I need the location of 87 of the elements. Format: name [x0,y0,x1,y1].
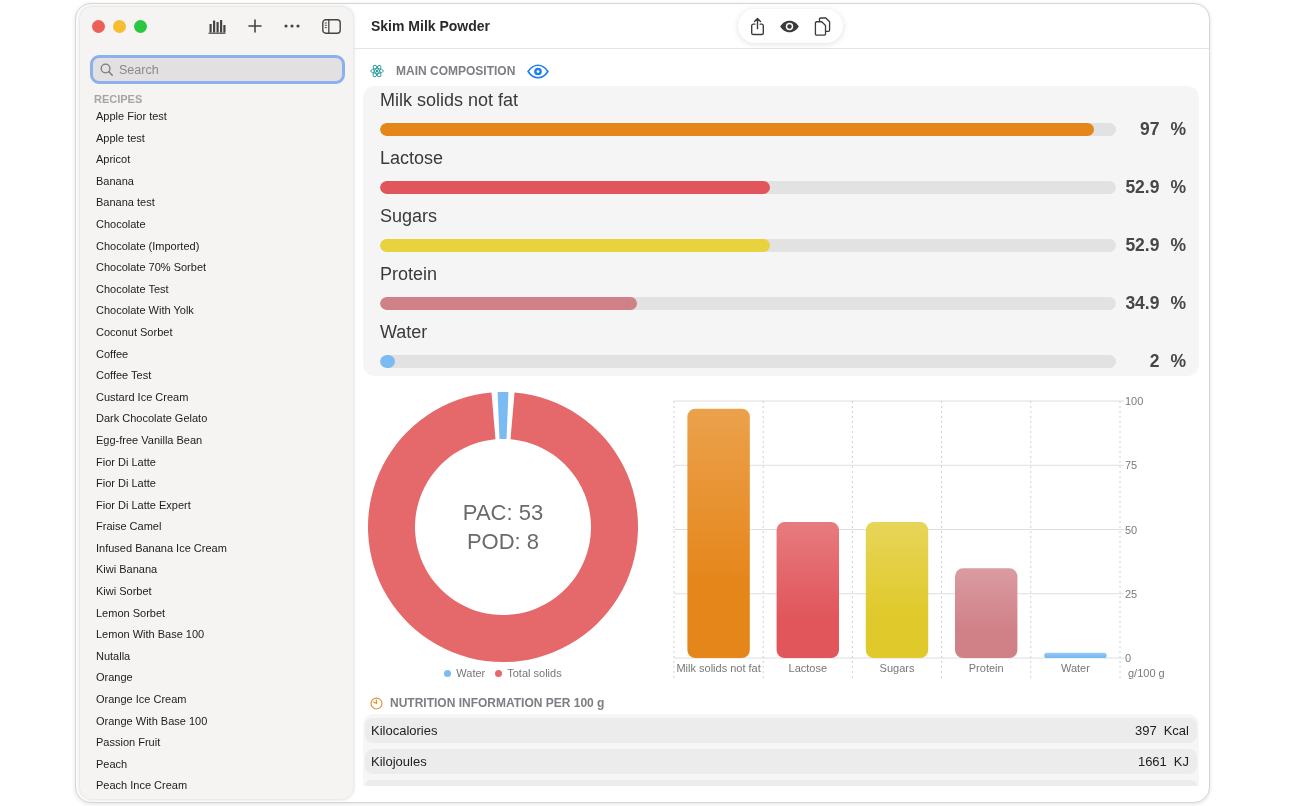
sidebar-item[interactable]: Custard Ice Cream [88,386,345,409]
chart-bar [1044,652,1107,658]
legend-label: Water [456,666,486,680]
copy-icon[interactable] [813,16,831,36]
sidebar-item[interactable]: Lemon With Base 100 [88,624,345,646]
category-label: Milk solids not fat [676,662,761,674]
sidebar-item[interactable]: Fior Di Latte [88,451,345,474]
sidebar-item[interactable]: Kiwi Sorbet [88,581,345,603]
axis-tick-label: 0 [1125,652,1132,664]
axis-tick-label: 50 [1125,523,1138,536]
nutrient-label: Water [380,321,429,343]
sidebar-item[interactable]: Peach [88,753,345,776]
sidebar-item[interactable]: Orange Ice Cream [88,689,345,711]
percent-value: 34.9 [1124,292,1160,314]
nutrient-label: Milk solids not fat [380,89,520,111]
sidebar-item[interactable]: Fraise Camel [88,516,345,538]
section-heading: RECIPES [94,92,144,106]
legend-dot-icon [495,669,503,677]
percent-value: 52.9 [1124,176,1160,198]
sidebar-item[interactable]: Banana [88,170,345,193]
unit-label: % [1170,234,1186,256]
nutrient-label: Protein [380,263,439,285]
search-icon [100,63,113,76]
search-field[interactable]: Search [90,55,345,84]
sidebar-item[interactable]: Infused Banana Ice Cream [88,537,345,560]
axis-tick-label: 75 [1125,459,1138,472]
unit-label: % [1170,292,1186,314]
eye-icon[interactable] [778,19,800,33]
sidebar-item[interactable]: Coconut Sorbet [88,321,345,344]
sidebar-item[interactable]: Kiwi Banana [88,559,345,582]
nutrient-label: Sugars [380,205,439,227]
category-label: Protein [968,662,1004,674]
sidebar-item[interactable]: Chocolate 70% Sorbet [88,257,345,279]
more-icon[interactable] [284,24,300,28]
axis-tick-label: 25 [1125,587,1138,600]
sidebar-item[interactable]: Orange [88,667,345,690]
unit-label: KJ [1173,752,1189,771]
percent-value: 2 [1148,350,1160,372]
sidebar-item[interactable]: Apple test [88,127,345,150]
legend-dot-icon [444,669,452,677]
sidebar-item[interactable]: Chocolate [88,213,345,236]
percent-value: 97 [1138,118,1160,140]
sidebar-item[interactable]: Dark Chocolate Gelato [88,408,345,430]
sidebar-item[interactable]: Coffee Test [88,365,345,387]
unit-label: % [1170,350,1186,372]
sidebar-item[interactable]: Lemon Sorbet [88,602,345,625]
category-label: Sugars [879,662,915,674]
sidebar-item[interactable]: Peach Ince Cream [88,775,345,797]
nutrient-name: Kilocalories [371,721,438,740]
sidebar-toggle-icon[interactable] [322,18,341,34]
sidebar-item[interactable]: Nutalla [88,645,345,668]
percent-value: 52.9 [1124,234,1160,256]
axis-title: g/100 g [1128,667,1165,679]
sidebar-item[interactable]: Orange With Base 100 [88,710,345,733]
sidebar-item[interactable]: Coffee [88,343,345,366]
nutrient-name: Kilojoules [371,752,427,771]
legend-label: Total solids [507,666,562,680]
nutrient-value: 1661 [1137,752,1167,771]
sidebar-item[interactable]: Chocolate (Imported) [88,235,345,258]
sidebar-item[interactable]: Chocolate Test [88,278,345,301]
sidebar-item[interactable]: Banana test [88,192,345,214]
sidebar-item[interactable]: Apple Fior test [88,106,345,128]
bar-chart-icon[interactable] [208,18,226,34]
section-heading: NUTRITION INFORMATION PER 100 g [390,695,605,711]
section-heading: MAIN COMPOSITION [396,63,516,79]
clock-icon [370,696,383,710]
sidebar-item[interactable]: Passion Fruit [88,732,345,754]
unit-label: Kcal [1163,721,1189,740]
unit-label: % [1170,118,1186,140]
sidebar-item[interactable]: Fior Di Latte Expert [88,494,345,517]
sidebar-item[interactable]: Egg-free Vanilla Bean [88,429,345,452]
axis-tick-label: 100 [1125,395,1144,407]
category-label: Water [1060,662,1090,674]
chart-center-text: PAC: 53 [462,500,544,525]
atom-icon [370,64,384,78]
category-label: Lactose [788,662,828,674]
share-icon[interactable] [749,16,765,36]
plus-icon[interactable] [248,19,262,33]
sidebar-item[interactable]: Fior Di Latte [88,473,345,495]
close-button[interactable] [92,19,105,33]
sidebar-item[interactable]: Apricot [88,149,345,171]
unit-label: % [1170,176,1186,198]
window-title: Skim Milk Powder [371,16,491,36]
sidebar-item[interactable]: Chocolate With Yolk [88,300,345,322]
chart-center-text: POD: 8 [466,529,540,554]
nutrient-label: Lactose [380,147,445,169]
nutrient-value: 397 [1135,721,1157,740]
